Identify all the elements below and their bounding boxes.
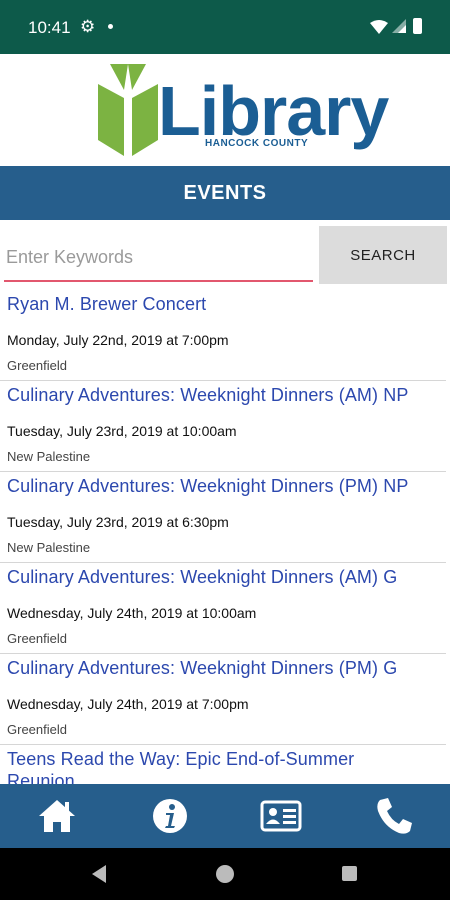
book-logo-icon: [98, 64, 158, 156]
settings-gear-icon: ⚙: [80, 17, 96, 36]
page-title: EVENTS: [0, 166, 450, 220]
event-location: New Palestine: [7, 449, 91, 464]
event-location: Greenfield: [7, 631, 67, 646]
phone-icon[interactable]: [372, 794, 416, 838]
bottom-nav: [0, 784, 450, 848]
event-location: New Palestine: [7, 540, 91, 555]
event-title[interactable]: Culinary Adventures: Weeknight Dinners (…: [7, 658, 397, 679]
logo-subtitle: HANCOCK COUNTY: [205, 138, 309, 149]
info-icon[interactable]: [148, 794, 192, 838]
status-time: 10:41: [28, 18, 71, 37]
event-item[interactable]: Ryan M. Brewer Concert Monday, July 22nd…: [0, 290, 446, 381]
event-item[interactable]: Teens Read the Way: Epic End-of-Summer R…: [0, 745, 446, 784]
logo-wordmark: Library: [158, 72, 389, 150]
event-date: Wednesday, July 24th, 2019 at 10:00am: [7, 605, 257, 621]
event-location: Greenfield: [7, 358, 67, 373]
id-card-icon[interactable]: [259, 794, 303, 838]
event-date: Wednesday, July 24th, 2019 at 7:00pm: [7, 696, 249, 712]
system-nav-bar: [0, 848, 450, 900]
event-date: Tuesday, July 23rd, 2019 at 10:00am: [7, 423, 237, 439]
event-title[interactable]: Culinary Adventures: Weeknight Dinners (…: [7, 385, 408, 406]
cell-signal-icon: [392, 19, 406, 33]
event-item[interactable]: Culinary Adventures: Weeknight Dinners (…: [0, 654, 446, 745]
event-title[interactable]: Culinary Adventures: Weeknight Dinners (…: [7, 476, 408, 497]
recent-apps-icon[interactable]: [342, 866, 357, 881]
event-title[interactable]: Ryan M. Brewer Concert: [7, 294, 206, 315]
event-item[interactable]: Culinary Adventures: Weeknight Dinners (…: [0, 472, 446, 563]
library-logo: Library HANCOCK COUNTY: [0, 54, 450, 166]
event-date: Monday, July 22nd, 2019 at 7:00pm: [7, 332, 229, 348]
home-icon[interactable]: [35, 794, 79, 838]
wifi-icon: [370, 20, 388, 34]
system-home-icon[interactable]: [216, 865, 234, 883]
back-icon[interactable]: [92, 865, 106, 883]
event-title[interactable]: Culinary Adventures: Weeknight Dinners (…: [7, 567, 397, 588]
event-list[interactable]: Ryan M. Brewer Concert Monday, July 22nd…: [0, 290, 450, 784]
battery-icon: [413, 18, 422, 34]
event-date: Tuesday, July 23rd, 2019 at 6:30pm: [7, 514, 229, 530]
event-item[interactable]: Culinary Adventures: Weeknight Dinners (…: [0, 563, 446, 654]
search-row: SEARCH: [0, 220, 450, 290]
event-title[interactable]: Teens Read the Way: Epic End-of-Summer: [7, 749, 354, 770]
event-location: Greenfield: [7, 722, 67, 737]
status-bar: 10:41 ⚙: [0, 0, 450, 54]
search-input[interactable]: [4, 234, 313, 282]
event-title-line2[interactable]: Reunion: [7, 771, 75, 784]
event-item[interactable]: Culinary Adventures: Weeknight Dinners (…: [0, 381, 446, 472]
search-button[interactable]: SEARCH: [319, 226, 447, 284]
notification-dot-icon: [108, 24, 113, 29]
